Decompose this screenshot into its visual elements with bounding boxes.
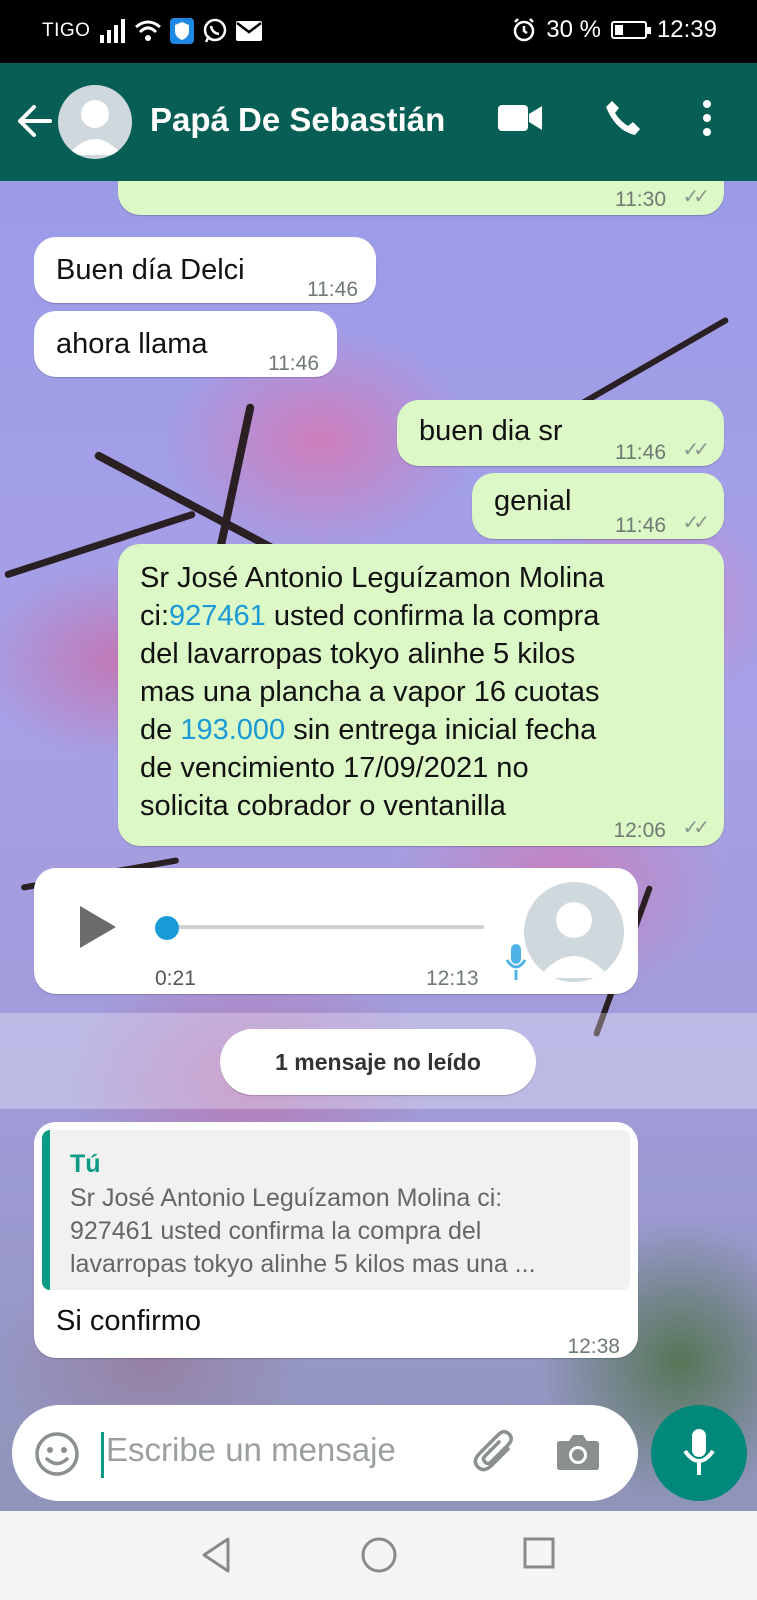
- message-composer[interactable]: Escribe un mensaje: [12, 1405, 638, 1501]
- shield-icon: [170, 18, 194, 44]
- carrier-label: TIGO: [42, 20, 91, 41]
- message-time: 11:46: [307, 278, 358, 301]
- clock: 12:39: [656, 16, 717, 43]
- read-ticks-icon: ✓✓: [682, 186, 709, 208]
- message-text: Buen día Delci: [56, 254, 245, 286]
- message-time: 12:38: [567, 1335, 620, 1358]
- default-avatar-icon: [538, 902, 610, 978]
- status-right: 30 % 12:39: [512, 16, 717, 44]
- read-ticks-icon: ✓✓: [682, 817, 709, 839]
- voice-message-bubble[interactable]: 0:21 12:13: [34, 868, 638, 994]
- read-ticks-icon: ✓✓: [682, 512, 709, 534]
- message-time: 12:13: [426, 967, 479, 990]
- status-icons: [100, 18, 262, 44]
- message-bubble-outgoing[interactable]: llamar 11:30 ✓✓: [118, 181, 724, 215]
- microphone-icon: [683, 1429, 715, 1475]
- attach-icon[interactable]: [472, 1429, 518, 1477]
- default-avatar-icon: [68, 100, 122, 155]
- phone-icon[interactable]: [604, 99, 642, 137]
- voice-progress-thumb[interactable]: [155, 916, 179, 940]
- wallpaper-branch: [570, 316, 730, 412]
- alarm-icon: [513, 18, 535, 42]
- voice-record-button[interactable]: [651, 1405, 747, 1501]
- phone-number-link[interactable]: 927461: [169, 600, 266, 632]
- number-link[interactable]: 193.000: [180, 714, 285, 746]
- message-text: genial: [494, 485, 572, 517]
- avatar[interactable]: [58, 85, 132, 159]
- read-ticks-icon: ✓✓: [682, 439, 709, 461]
- quoted-message[interactable]: Tú Sr José Antonio Leguízamon Molina ci:…: [42, 1130, 630, 1290]
- back-arrow-icon[interactable]: [16, 99, 52, 143]
- contact-name[interactable]: Papá De Sebastián: [150, 101, 445, 139]
- message-bubble-incoming[interactable]: Buen día Delci 11:46: [34, 237, 376, 303]
- unread-banner: 1 mensaje no leído: [0, 1013, 757, 1109]
- wifi-icon: [135, 20, 161, 41]
- quoted-author: Tú: [70, 1150, 101, 1178]
- microphone-icon: [505, 944, 527, 980]
- camera-icon[interactable]: [556, 1431, 600, 1471]
- message-text: Si confirmo: [56, 1305, 202, 1337]
- signal-icon: [100, 19, 125, 43]
- mail-icon: [236, 21, 262, 41]
- nav-recents-icon[interactable]: [522, 1536, 556, 1570]
- message-time: 11:30: [615, 188, 666, 211]
- message-text: buen dia sr: [419, 415, 563, 447]
- video-call-icon[interactable]: [498, 103, 542, 133]
- battery-icon: [610, 21, 651, 39]
- sender-avatar: [524, 882, 624, 982]
- text-caret: [101, 1432, 104, 1478]
- nav-home-icon[interactable]: [360, 1536, 398, 1574]
- message-time: 11:46: [615, 514, 666, 537]
- emoji-icon[interactable]: [34, 1431, 80, 1477]
- message-bubble-outgoing[interactable]: buen dia sr 11:46 ✓✓: [397, 400, 724, 466]
- system-nav-bar: [0, 1511, 757, 1600]
- message-text: ahora llama: [56, 328, 208, 360]
- chat-header: Papá De Sebastián: [0, 63, 757, 181]
- chat-area[interactable]: llamar 11:30 ✓✓ Buen día Delci 11:46 aho…: [0, 181, 757, 1511]
- message-text: llamar: [144, 181, 223, 184]
- message-input-placeholder[interactable]: Escribe un mensaje: [106, 1431, 396, 1469]
- message-bubble-incoming[interactable]: Tú Sr José Antonio Leguízamon Molina ci:…: [34, 1122, 638, 1358]
- status-bar: TIGO 30 % 12:39: [0, 0, 757, 63]
- battery-percent: 30 %: [546, 16, 601, 43]
- message-bubble-incoming[interactable]: ahora llama 11:46: [34, 311, 337, 377]
- message-bubble-outgoing[interactable]: Sr José Antonio Leguízamon Molina ci:927…: [118, 544, 724, 846]
- message-bubble-outgoing[interactable]: genial 11:46 ✓✓: [472, 473, 724, 539]
- quoted-text: Sr José Antonio Leguízamon Molina ci: 92…: [70, 1184, 536, 1278]
- message-time: 11:46: [268, 352, 319, 375]
- play-icon[interactable]: [78, 904, 118, 950]
- message-text: Sr José Antonio Leguízamon Molina ci:927…: [140, 562, 605, 822]
- message-time: 11:46: [615, 441, 666, 464]
- voice-duration: 0:21: [155, 967, 196, 990]
- unread-count-label: 1 mensaje no leído: [220, 1029, 536, 1095]
- message-time: 12:06: [613, 819, 666, 842]
- voice-progress-track[interactable]: [164, 925, 484, 929]
- more-options-icon[interactable]: [702, 99, 712, 137]
- nav-back-icon[interactable]: [200, 1536, 232, 1574]
- whatsapp-icon: [203, 18, 227, 43]
